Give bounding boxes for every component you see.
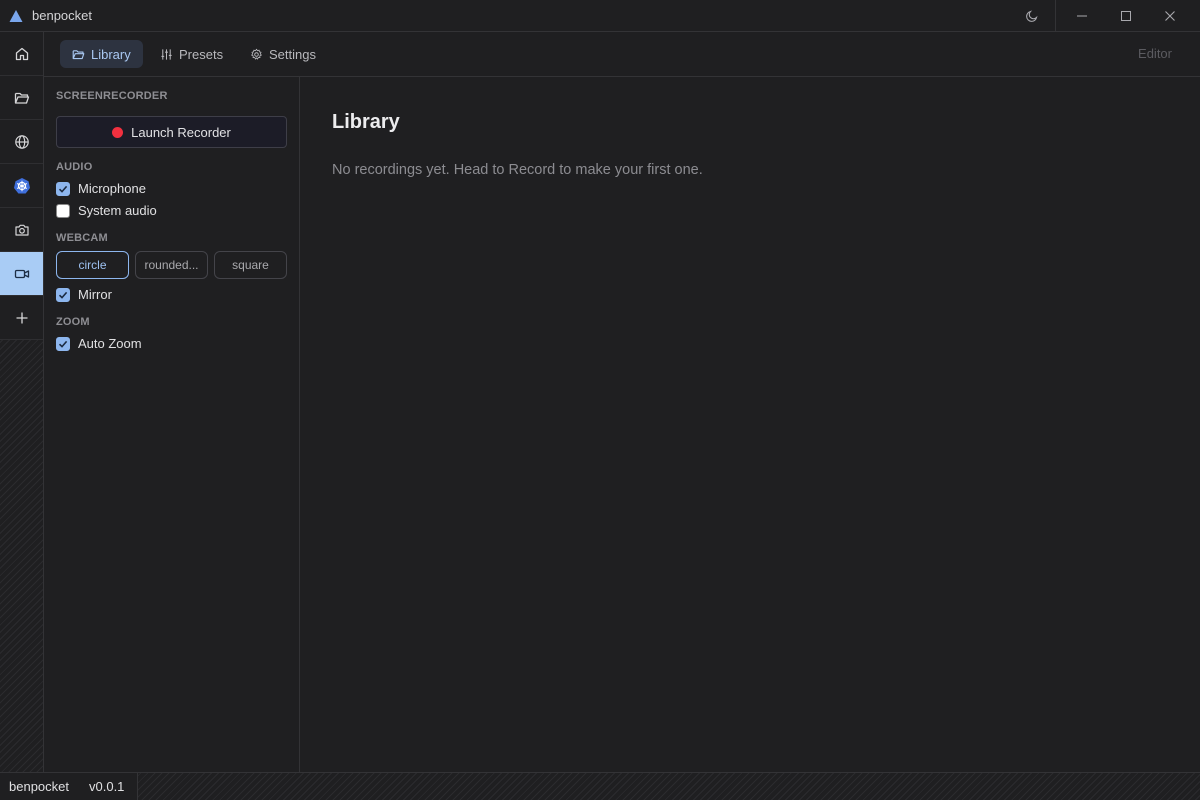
home-icon [14,46,30,62]
globe-icon [14,134,30,150]
maximize-icon [1120,10,1132,22]
microphone-checkbox[interactable] [56,181,70,196]
theme-toggle-button[interactable] [1012,0,1052,32]
tab-bar: Library Presets Settings Editor [44,32,1200,77]
auto-zoom-label: Auto Zoom [78,336,142,351]
rail-item-files[interactable] [0,76,43,120]
video-camera-icon [14,266,30,282]
rail-item-kubernetes[interactable] [0,164,43,208]
editor-tab[interactable]: Editor [1138,46,1172,61]
section-webcam: WEBCAM [56,232,108,244]
rail-item-web[interactable] [0,120,43,164]
minimize-button[interactable] [1060,0,1104,32]
tab-settings[interactable]: Settings [238,40,328,68]
title-bar: benpocket [0,0,1200,32]
launch-recorder-label: Launch Recorder [131,124,231,140]
close-icon [1164,10,1176,22]
system-audio-checkbox[interactable] [56,203,70,218]
rail-item-add[interactable] [0,296,43,340]
folder-open-icon [72,48,85,61]
system-audio-label: System audio [78,203,157,218]
auto-zoom-option[interactable]: Auto Zoom [56,336,142,351]
section-screenrecorder: SCREENRECORDER [56,90,168,102]
app-logo-icon [9,9,23,23]
status-bar: benpocket v0.0.1 [0,772,1200,800]
microphone-option[interactable]: Microphone [56,181,146,196]
close-button[interactable] [1148,0,1192,32]
launch-recorder-button[interactable]: Launch Recorder [56,116,287,148]
section-zoom: ZOOM [56,316,90,328]
tab-library[interactable]: Library [60,40,143,68]
tab-settings-label: Settings [269,46,316,62]
mirror-label: Mirror [78,287,112,302]
page-title: Library [332,111,400,133]
camera-icon [14,222,30,238]
rail-item-home[interactable] [0,32,43,76]
minimize-icon [1076,10,1088,22]
mirror-option[interactable]: Mirror [56,287,112,302]
sliders-icon [160,48,173,61]
rail-item-screenrecorder[interactable] [0,252,43,296]
record-dot-icon [112,126,124,138]
status-app-name: benpocket [9,779,69,794]
screenrecorder-panel: SCREENRECORDER Launch Recorder AUDIO Mic… [44,77,300,772]
title-divider [1055,0,1056,32]
auto-zoom-checkbox[interactable] [56,336,70,351]
status-info: benpocket v0.0.1 [0,773,138,800]
shape-circle-button[interactable]: circle [56,251,129,279]
status-version: v0.0.1 [89,779,125,794]
moon-icon [1025,9,1039,23]
section-audio: AUDIO [56,161,93,173]
empty-state-message: No recordings yet. Head to Record to mak… [332,162,703,178]
plus-icon [15,311,29,325]
mirror-checkbox[interactable] [56,287,70,302]
system-audio-option[interactable]: System audio [56,203,157,218]
rail-item-camera[interactable] [0,208,43,252]
folder-icon [14,90,30,106]
maximize-button[interactable] [1104,0,1148,32]
microphone-label: Microphone [78,181,146,196]
tab-library-label: Library [91,46,131,62]
tab-presets[interactable]: Presets [148,40,235,68]
tab-presets-label: Presets [179,46,224,62]
app-title: benpocket [32,8,92,23]
shape-rounded-button[interactable]: rounded... [135,251,208,279]
left-rail [0,32,44,772]
kubernetes-icon [13,177,31,195]
shape-square-button[interactable]: square [214,251,287,279]
gear-icon [250,48,263,61]
